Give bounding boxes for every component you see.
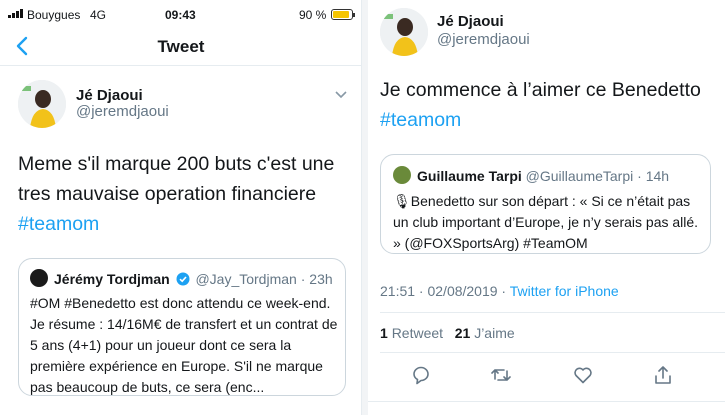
like-count: 21 [454, 325, 471, 341]
network-label: 4G [90, 8, 107, 22]
microphone-icon: 🎙 [393, 193, 411, 209]
quoted-time: 23h [309, 271, 333, 287]
quoted-name: Jérémy Tordjman [54, 271, 170, 287]
quoted-handle: @GuillaumeTarpi [525, 168, 634, 184]
quoted-separator: · [300, 271, 310, 287]
like-icon[interactable] [572, 364, 594, 386]
quoted-text: #OM #Benedetto est donc attendu ce week-… [30, 295, 338, 395]
quoted-header: Jérémy Tordjman @Jay_Tordjman · 23h [54, 271, 333, 287]
reply-icon[interactable] [410, 364, 432, 386]
like-label[interactable]: J’aime [474, 325, 514, 341]
battery-icon [331, 9, 355, 20]
tweet-text: Meme s'il marque 200 buts c'est une tres… [18, 149, 353, 239]
retweet-label[interactable]: Retweet [392, 325, 443, 341]
left-screenshot: Bouygues 4G 09:43 90 % Tweet Jé Djaoui @… [0, 0, 362, 415]
tweet-body: Meme s'il marque 200 buts c'est une tres… [18, 153, 335, 205]
retweet-count: 1 [380, 325, 388, 341]
quoted-body: Benedetto sur son départ : « Si ce n’éta… [393, 193, 699, 251]
source-link[interactable]: Twitter for iPhone [510, 283, 619, 299]
quoted-tweet[interactable]: Jérémy Tordjman @Jay_Tordjman · 23h #OM … [18, 258, 346, 396]
share-icon[interactable] [652, 364, 674, 386]
quoted-separator: · [637, 168, 642, 184]
quoted-name: Guillaume Tarpi [417, 168, 522, 184]
quoted-header: Guillaume Tarpi @GuillaumeTarpi · 14h [417, 168, 669, 184]
nav-bar: Tweet [0, 28, 361, 66]
page-title: Tweet [157, 37, 205, 56]
status-bar: Bouygues 4G 09:43 90 % [0, 0, 361, 28]
tweet-text: Je commence à l’aimer ce Benedetto #team… [380, 75, 715, 135]
carrier-label: Bouygues [27, 8, 81, 22]
author-name[interactable]: Jé Djaoui [437, 13, 504, 30]
timestamp-text: 21:51 · 02/08/2019 · [380, 283, 510, 299]
quoted-text: 🎙Benedetto sur son départ : « Si ce n’ét… [393, 191, 705, 253]
hashtag-link[interactable]: #teamom [380, 109, 461, 131]
tweet-stats: 1 Retweet 21 J’aime [380, 325, 515, 341]
author-name[interactable]: Jé Djaoui [76, 87, 143, 104]
quoted-tweet[interactable]: Guillaume Tarpi @GuillaumeTarpi · 14h 🎙B… [380, 154, 711, 254]
tweet-timestamp: 21:51 · 02/08/2019 · Twitter for iPhone [380, 283, 619, 299]
divider [380, 312, 725, 313]
quoted-time: 14h [645, 168, 670, 184]
divider [368, 401, 725, 402]
hashtag-link[interactable]: #teamom [18, 213, 99, 235]
retweet-icon[interactable] [490, 364, 512, 386]
signal-icon [8, 9, 23, 18]
battery-percent: 90 % [299, 8, 327, 22]
quoted-avatar [393, 166, 411, 184]
quoted-avatar [30, 269, 48, 287]
verified-badge-icon [176, 272, 190, 286]
divider [380, 352, 725, 353]
tweet-body: Je commence à l’aimer ce Benedetto [380, 79, 701, 101]
chevron-down-icon[interactable] [334, 90, 348, 100]
avatar-image [18, 80, 66, 128]
author-handle[interactable]: @jeremdjaoui [76, 103, 169, 120]
avatar[interactable] [18, 80, 66, 128]
quoted-handle: @Jay_Tordjman [195, 271, 297, 287]
author-handle[interactable]: @jeremdjaoui [437, 31, 530, 48]
clock: 09:43 [165, 8, 196, 22]
right-screenshot: Jé Djaoui @jeremdjaoui Je commence à l’a… [368, 0, 725, 415]
avatar[interactable] [380, 8, 428, 56]
avatar-image [380, 8, 428, 56]
